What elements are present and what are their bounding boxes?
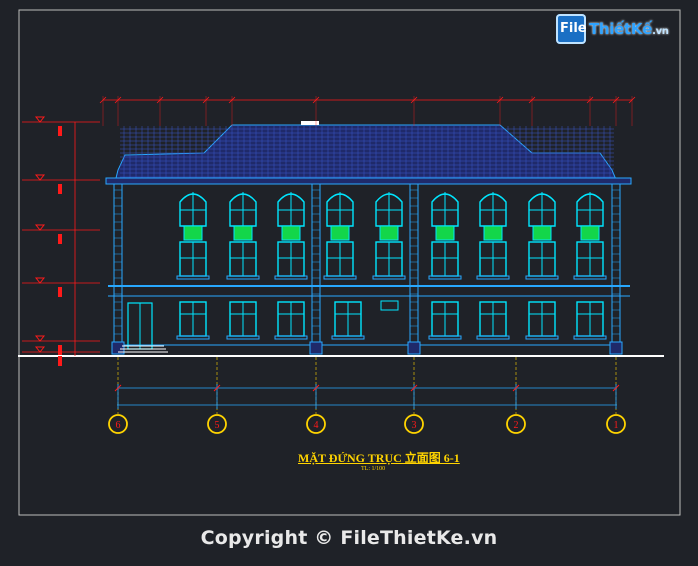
window-sill <box>323 275 357 280</box>
axis-label: 5 <box>215 420 220 431</box>
upper-window <box>372 192 406 280</box>
column <box>113 183 123 346</box>
level-tag <box>58 126 62 136</box>
window-sill <box>226 335 260 340</box>
wall-plaque <box>380 300 399 311</box>
level-triangle <box>34 224 46 231</box>
axis-label: 4 <box>314 420 319 431</box>
drawing-title: MẶT ĐỨNG TRỤC 立面图 6-1 <box>298 451 460 465</box>
top-dimensions <box>99 96 636 126</box>
window-sill <box>428 275 462 280</box>
axis-label: 3 <box>412 420 417 431</box>
column-base <box>309 341 323 355</box>
grid-lines <box>114 357 620 414</box>
window-sill <box>372 275 406 280</box>
window-sill <box>274 335 308 340</box>
top-cornice <box>105 177 632 185</box>
upper-window <box>525 192 559 280</box>
cad-canvas: 6 5 4 3 2 1 File ThiếtKế.vn MẶT ĐỨNG TRỤC 立面图… <box>0 0 698 566</box>
lower-window <box>226 301 260 340</box>
lower-window <box>525 301 559 340</box>
elevation-drawing: 6 5 4 3 2 1 <box>18 9 681 516</box>
vent-grille <box>435 225 455 241</box>
level-tag <box>58 287 62 297</box>
lower-window <box>573 301 607 340</box>
axis-label: 6 <box>116 420 121 431</box>
roof <box>114 121 618 183</box>
vent-grille <box>233 225 253 241</box>
level-triangle <box>34 335 46 342</box>
upper-window <box>176 192 210 280</box>
logo-mark: File <box>556 14 587 44</box>
window-sill <box>525 275 559 280</box>
window-sill <box>476 335 510 340</box>
level-tag <box>58 356 62 366</box>
logo-name: ThiếtKế.vn <box>589 20 669 38</box>
lower-window <box>428 301 462 340</box>
lower-windows <box>176 301 607 340</box>
bottom-dimensions <box>117 387 617 406</box>
window-sill <box>525 335 559 340</box>
level-tag <box>58 234 62 244</box>
roof-ridge-cap <box>301 121 319 125</box>
column <box>311 183 321 346</box>
level-markers <box>22 116 100 366</box>
window-sill <box>476 275 510 280</box>
level-triangle <box>34 346 46 353</box>
window-sill <box>573 275 607 280</box>
lower-window <box>176 301 210 340</box>
upper-window <box>573 192 607 280</box>
vent-grille <box>379 225 399 241</box>
level-triangle <box>34 174 46 181</box>
drawing-frame <box>18 9 681 516</box>
vent-grille <box>330 225 350 241</box>
vent-grille <box>183 225 203 241</box>
window-sill <box>274 275 308 280</box>
column <box>409 183 419 346</box>
level-tag <box>58 184 62 194</box>
lower-window <box>274 301 308 340</box>
site-logo[interactable]: File ThiếtKế.vn <box>556 14 674 44</box>
window-sill <box>176 275 210 280</box>
column <box>611 183 621 346</box>
lower-window <box>476 301 510 340</box>
level-triangle <box>34 116 46 123</box>
upper-window <box>274 192 308 280</box>
vent-grille <box>580 225 600 241</box>
vent-grille <box>483 225 503 241</box>
upper-window <box>226 192 260 280</box>
column-base <box>609 341 623 355</box>
axis-label: 1 <box>614 420 619 431</box>
axis-bubbles: 6 5 4 3 2 1 <box>108 414 626 434</box>
axis-label: 2 <box>514 420 519 431</box>
window-sill <box>428 335 462 340</box>
upper-windows <box>176 192 607 280</box>
column-base <box>407 341 421 355</box>
window-sill <box>573 335 607 340</box>
level-tag <box>58 345 62 355</box>
copyright-text: Copyright © FileThietKe.vn <box>200 527 498 549</box>
window-sill <box>331 335 365 340</box>
lower-window <box>331 301 365 340</box>
upper-window <box>428 192 462 280</box>
vent-grille <box>281 225 301 241</box>
upper-window <box>476 192 510 280</box>
scale-label: TL: 1/100 <box>361 466 386 472</box>
window-sill <box>226 275 260 280</box>
vent-grille <box>532 225 552 241</box>
window-sill <box>176 335 210 340</box>
upper-window <box>323 192 357 280</box>
level-triangle <box>34 277 46 284</box>
